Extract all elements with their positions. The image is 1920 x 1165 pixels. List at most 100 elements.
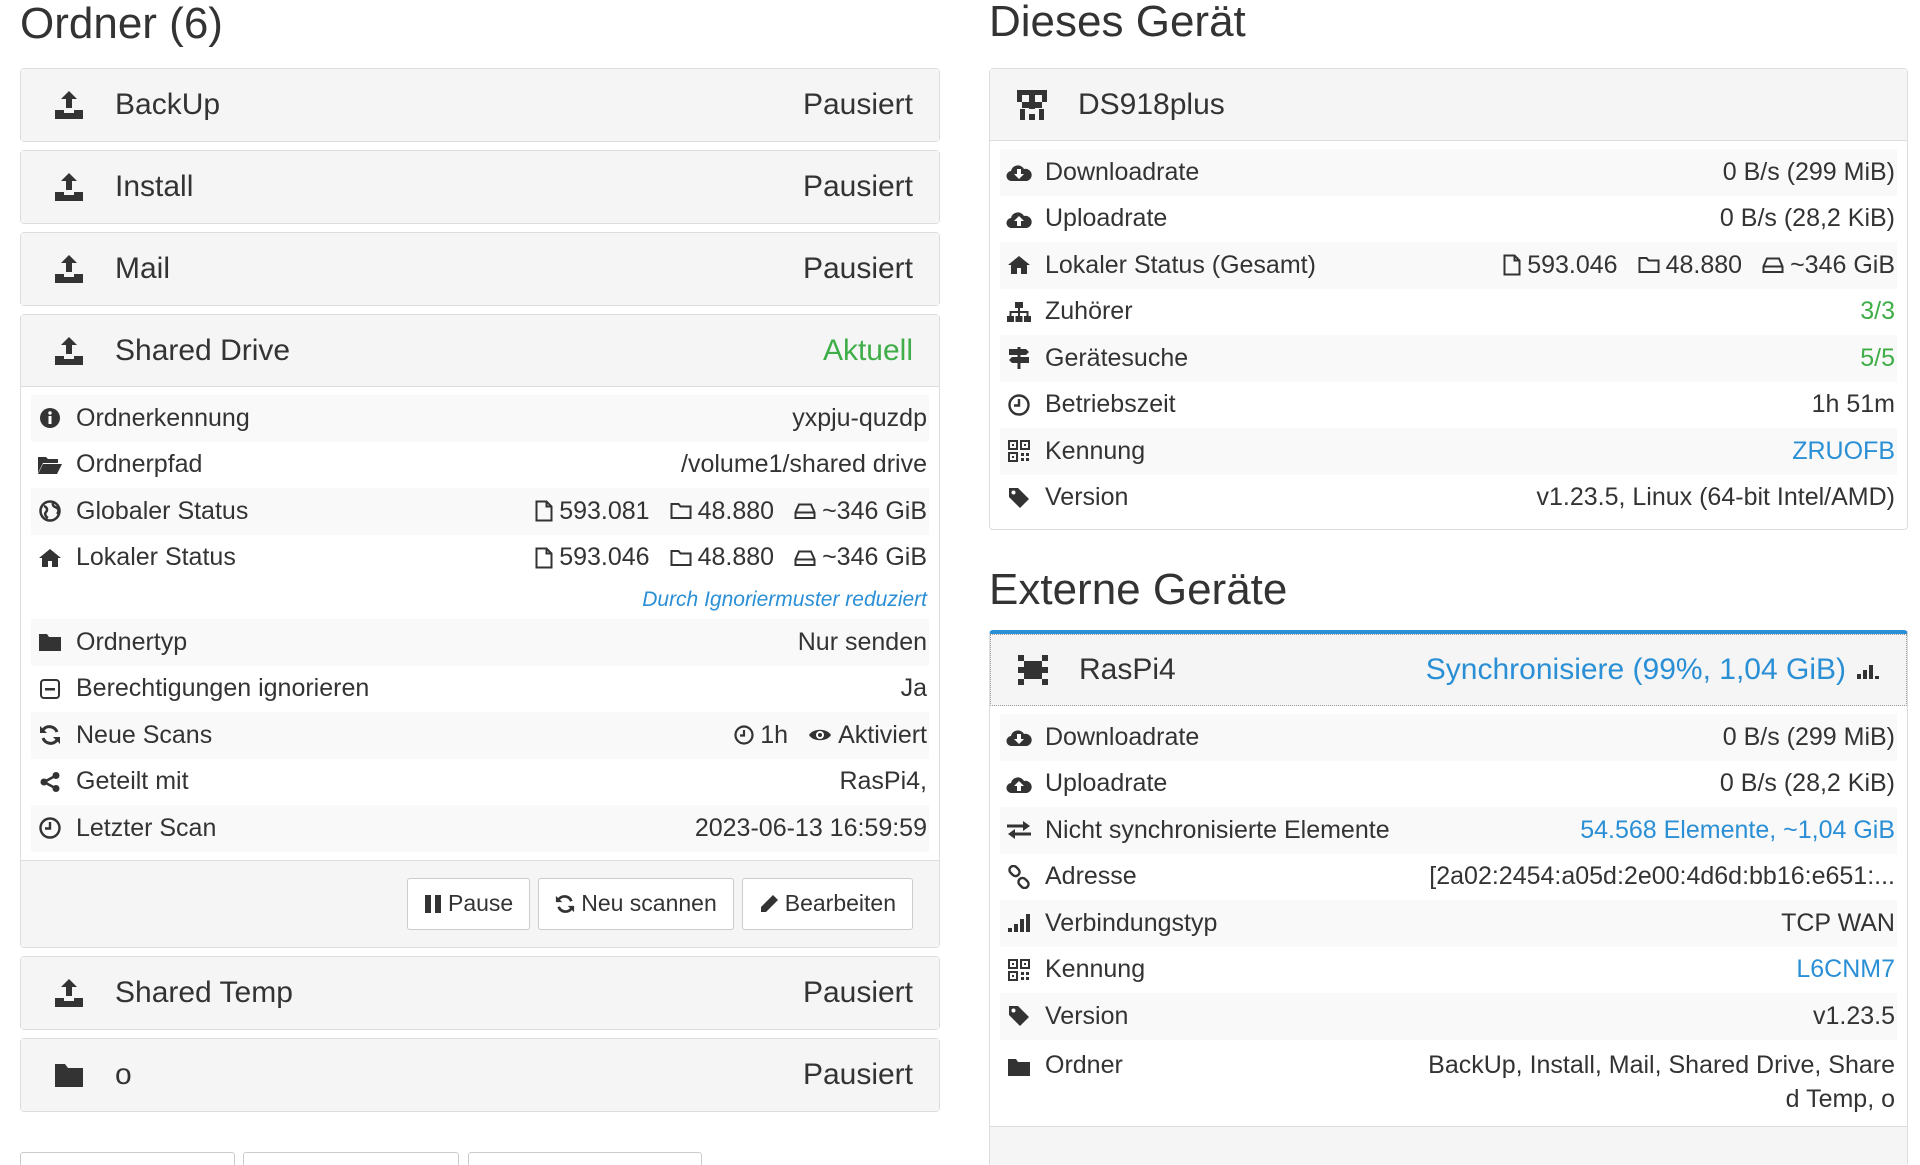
detail-label: Ordner (1045, 1050, 1123, 1079)
folder-name: Mail (115, 252, 171, 285)
folder-header[interactable]: o Pausiert (21, 1038, 939, 1111)
detail-row-upload: Uploadrate 0 B/s (28,2 KiB) (1000, 761, 1897, 808)
size-value: ~346 GiB (822, 496, 927, 525)
info-icon (37, 405, 63, 431)
detail-value: 1h 51m (1811, 390, 1895, 419)
signal-icon (1006, 910, 1032, 936)
detail-label: Uploadrate (1045, 204, 1168, 233)
sitemap-icon (1006, 299, 1032, 325)
folder-panel-shared-drive[interactable]: Shared Drive Aktuell Ordnerkennung yxpju… (20, 314, 940, 948)
upload-icon (49, 167, 89, 207)
folder-panel-shared-temp[interactable]: Shared Temp Pausiert (20, 955, 940, 1030)
folders-column: Ordner (6) BackUp Pausiert Install Pausi… (20, 0, 940, 1120)
clock-icon (37, 815, 63, 841)
folder-header[interactable]: Shared Drive Aktuell (21, 315, 939, 387)
folder-header[interactable]: Mail Pausiert (21, 233, 939, 305)
size-value: ~346 GiB (822, 543, 927, 572)
detail-row-out-of-sync: Nicht synchronisierte Elemente 54.568 El… (1000, 807, 1897, 854)
detail-label: Adresse (1045, 862, 1137, 891)
detail-row-discovery: Gerätesuche 5/5 (1000, 335, 1897, 382)
detail-label: Version (1045, 483, 1129, 512)
cloud-download-icon (1006, 724, 1032, 750)
folder-panel-install[interactable]: Install Pausiert (20, 150, 940, 224)
detail-label: Downloadrate (1045, 157, 1200, 186)
detail-row-global-status: Globaler Status 593.081 48.880 ~346 GiB (31, 488, 929, 535)
rescan-button[interactable]: Neu scannen (538, 877, 734, 930)
device-identicon (1013, 650, 1053, 690)
detail-value: 593.081 48.880 ~346 GiB (521, 497, 927, 526)
edit-label: Bearbeiten (784, 890, 896, 916)
detail-value: v1.23.5, Linux (64-bit Intel/AMD) (1536, 483, 1896, 512)
device-identicon (1012, 85, 1052, 125)
detail-value: Ja (900, 674, 927, 703)
folder-panel-mail[interactable]: Mail Pausiert (20, 232, 940, 306)
folder-name: BackUp (115, 88, 221, 121)
folder-state: Pausiert (802, 252, 913, 285)
device-name: DS918plus (1078, 87, 1225, 121)
home-icon (1006, 252, 1032, 278)
remote-device-panel-raspi4: RasPi4 Synchronisiere (99%, 1,04 GiB) Do… (989, 630, 1908, 1165)
detail-value: 0 B/s (28,2 KiB) (1719, 204, 1895, 233)
folder-state: Pausiert (802, 975, 913, 1009)
cloud-download-icon (1006, 159, 1032, 185)
link-icon (1006, 864, 1032, 890)
ignore-pattern-note[interactable]: Durch Ignoriermuster reduziert (642, 588, 927, 612)
folder-state: Pausiert (802, 88, 913, 121)
folder-name: Install (115, 170, 194, 203)
folder-header[interactable]: Install Pausiert (21, 151, 939, 223)
folder-icon (670, 549, 692, 566)
cloud-upload-icon (1006, 771, 1032, 797)
add-folder-button[interactable] (468, 1152, 702, 1165)
file-count: 593.081 (559, 496, 650, 525)
exchange-icon (1006, 817, 1032, 843)
device-id-link[interactable]: ZRUOFB (1792, 437, 1895, 466)
device-header[interactable]: DS918plus (990, 69, 1907, 141)
qrcode-icon (1006, 957, 1032, 983)
detail-row-local-status: Lokaler Status 593.046 48.880 ~346 GiB (31, 535, 929, 582)
size-value: ~346 GiB (1790, 250, 1895, 279)
detail-value: 0 B/s (299 MiB) (1722, 157, 1895, 186)
folder-header[interactable]: Shared Temp Pausiert (21, 956, 939, 1029)
rescan-all-button[interactable] (243, 1152, 459, 1165)
detail-label: Nicht synchronisierte Elemente (1045, 815, 1390, 844)
detail-row-rescans: Neue Scans 1h Aktiviert (31, 712, 929, 759)
pause-button[interactable]: Pause (406, 877, 531, 930)
folder-icon (49, 1055, 89, 1095)
detail-value: [2a02:2454:a05d:2e00:4d6d:bb16:e651:... (1429, 862, 1895, 891)
folder-panel-o[interactable]: o Pausiert (20, 1037, 940, 1112)
folder-name: Shared Drive (115, 333, 291, 367)
folder-panel-backup[interactable]: BackUp Pausiert (20, 68, 940, 142)
detail-row-folders: Ordner BackUp, Install, Mail, Shared Dri… (1000, 1040, 1897, 1120)
home-icon (37, 545, 63, 571)
refresh-icon (37, 722, 63, 748)
detail-row-address: Adresse [2a02:2454:a05d:2e00:4d6d:bb16:e… (1000, 854, 1897, 901)
globe-icon (37, 498, 63, 524)
detail-row-upload: Uploadrate 0 B/s (28,2 KiB) (1000, 196, 1897, 243)
remote-devices-title: Externe Geräte (989, 565, 1288, 614)
folder-open-icon (37, 452, 63, 478)
detail-value: RasPi4, (839, 767, 927, 796)
device-header[interactable]: RasPi4 Synchronisiere (99%, 1,04 GiB) (990, 634, 1907, 706)
detail-label: Geteilt mit (76, 767, 189, 796)
detail-row-local-total: Lokaler Status (Gesamt) 593.046 48.880 ~… (1000, 242, 1897, 289)
cloud-upload-icon (1006, 206, 1032, 232)
detail-label: Ordnerpfad (76, 450, 203, 479)
detail-value: 1h Aktiviert (720, 721, 927, 750)
detail-row-version: Version v1.23.5, Linux (64-bit Intel/AMD… (1000, 475, 1897, 522)
detail-row-shared-with: Geteilt mit RasPi4, (31, 758, 929, 805)
out-of-sync-link[interactable]: 54.568 Elemente, ~1,04 GiB (1580, 816, 1895, 845)
detail-value: 5/5 (1860, 343, 1895, 372)
edit-button[interactable]: Bearbeiten (741, 877, 913, 930)
eye-icon (809, 730, 832, 741)
detail-value: 0 B/s (28,2 KiB) (1719, 769, 1895, 798)
folder-state: Pausiert (802, 1057, 913, 1091)
folder-header[interactable]: BackUp Pausiert (21, 69, 939, 141)
detail-label: Globaler Status (76, 496, 249, 525)
device-id-link[interactable]: L6CNM7 (1796, 955, 1895, 984)
detail-value: TCP WAN (1781, 908, 1895, 937)
file-count: 593.046 (559, 543, 650, 572)
detail-label: Neue Scans (76, 720, 213, 749)
detail-row-connection-type: Verbindungstyp TCP WAN (1000, 900, 1897, 947)
pause-label: Pause (447, 890, 514, 916)
pause-all-button[interactable] (20, 1152, 235, 1165)
